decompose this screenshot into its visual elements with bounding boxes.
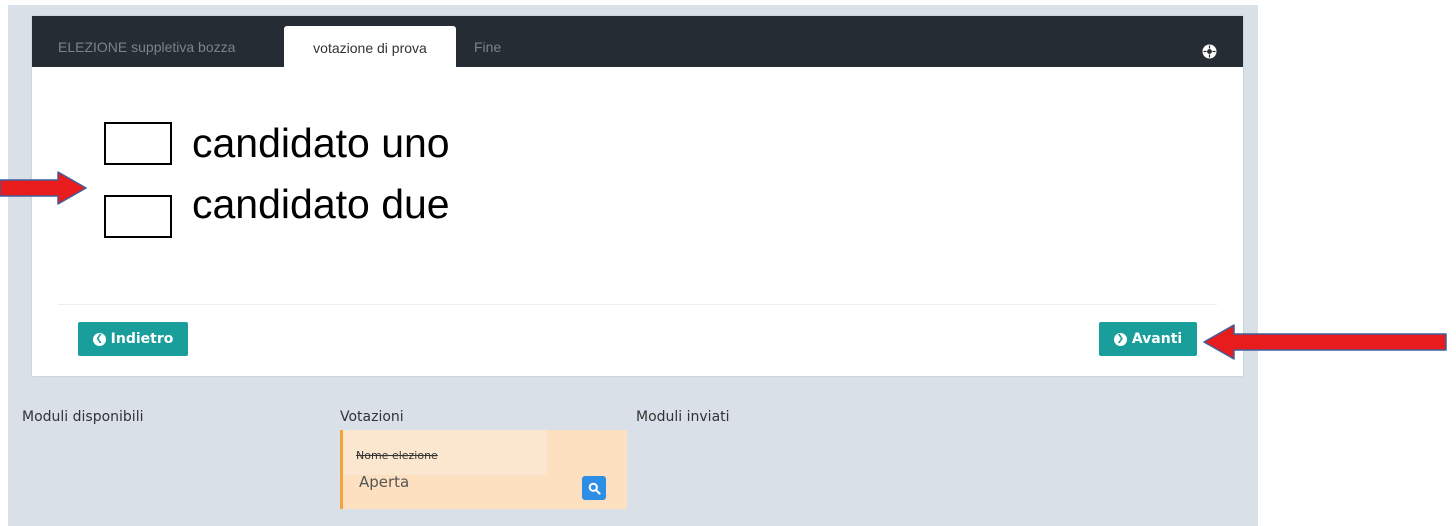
chevron-right-circle-icon: ❯	[1113, 332, 1127, 346]
vote-card[interactable]: Nome elezione Aperta	[340, 430, 627, 509]
section-votazioni: Votazioni	[340, 409, 404, 425]
search-button[interactable]	[582, 476, 606, 500]
vote-card-status: Aperta	[359, 473, 410, 491]
vote-card-name: Nome elezione	[356, 449, 438, 462]
tab-fine[interactable]: Fine	[474, 16, 534, 67]
tab-votazione-di-prova[interactable]: votazione di prova	[284, 26, 456, 67]
tab-elezione-suppletiva-bozza[interactable]: ELEZIONE suppletiva bozza	[58, 16, 272, 67]
ballot-option-label: candidato uno	[192, 120, 450, 166]
search-icon	[588, 482, 601, 495]
ballot-option-1[interactable]: candidato uno	[104, 120, 450, 167]
section-moduli-inviati: Moduli inviati	[636, 409, 730, 425]
chevron-left-circle-icon: ❮	[92, 332, 106, 346]
next-button[interactable]: ❯ Avanti	[1099, 322, 1197, 356]
back-button-label: Indietro	[110, 331, 174, 347]
ballot-option-2[interactable]: candidato due	[104, 181, 450, 240]
red-arrow-icon	[0, 171, 87, 205]
ballot-checkbox[interactable]	[104, 195, 172, 238]
crosshair-circle-icon[interactable]	[1201, 43, 1218, 60]
ballot-option-label: candidato due	[192, 181, 450, 227]
wizard-card: ELEZIONE suppletiva bozza votazione di p…	[32, 16, 1243, 376]
tab-bar: ELEZIONE suppletiva bozza votazione di p…	[32, 16, 1243, 67]
next-button-label: Avanti	[1131, 331, 1183, 347]
ballot-checkbox[interactable]	[104, 122, 172, 165]
red-arrow-icon	[1203, 324, 1447, 360]
back-button[interactable]: ❮ Indietro	[78, 322, 188, 356]
divider	[58, 304, 1217, 305]
section-moduli-disponibili: Moduli disponibili	[22, 409, 144, 425]
